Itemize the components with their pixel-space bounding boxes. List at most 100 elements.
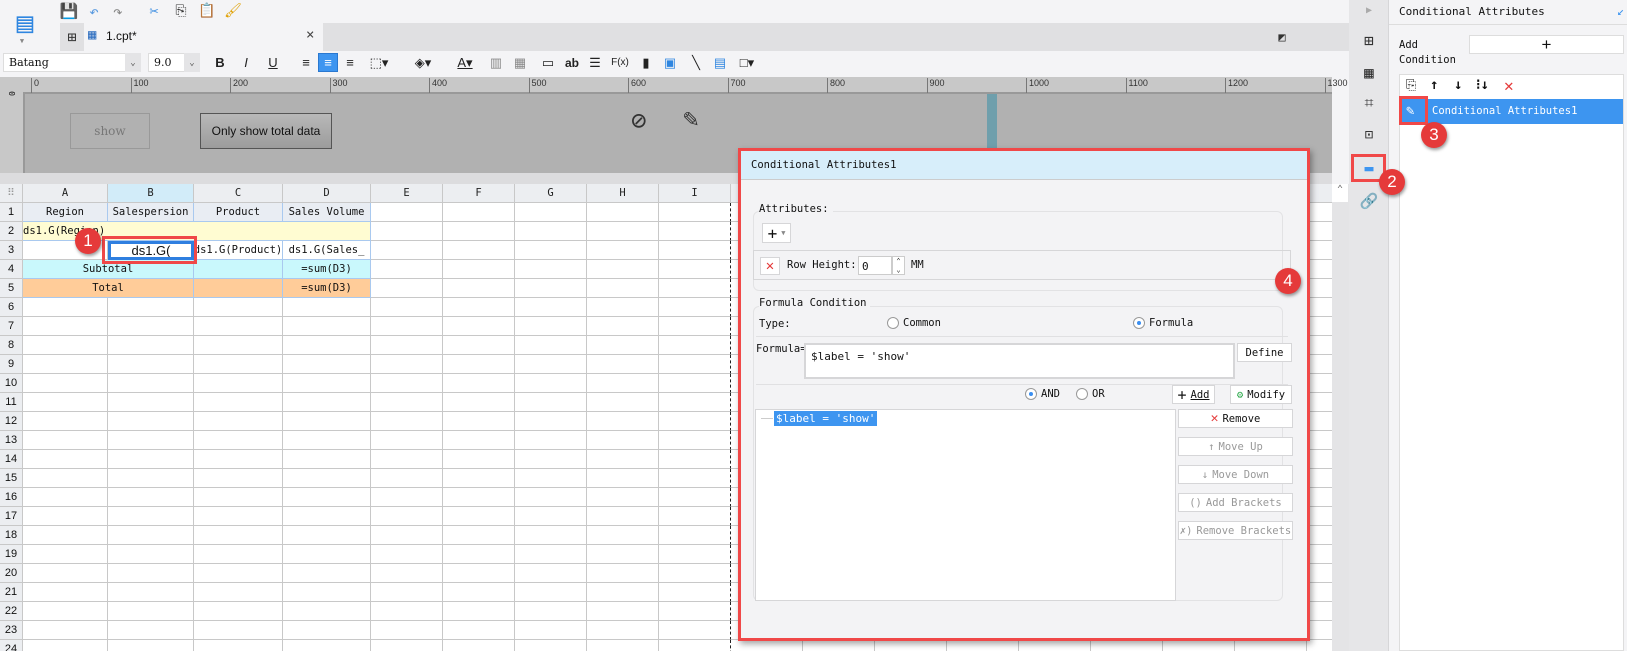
- column-header[interactable]: F: [443, 184, 515, 203]
- grid-cell[interactable]: [659, 431, 731, 450]
- grid-cell[interactable]: [283, 469, 371, 488]
- grid-cell[interactable]: [587, 241, 659, 260]
- row-header[interactable]: 1: [0, 203, 23, 222]
- add-button[interactable]: + Add: [1172, 385, 1215, 404]
- grid-cell[interactable]: [371, 298, 443, 317]
- grid-cell[interactable]: [515, 469, 587, 488]
- grid-cell[interactable]: [371, 279, 443, 298]
- condition-tree-item[interactable]: $label = 'show': [774, 411, 878, 426]
- grid-cell[interactable]: [23, 583, 108, 602]
- logo-icon[interactable]: ▤: [10, 4, 40, 40]
- grid-cell[interactable]: [1307, 583, 1332, 602]
- font-size-select[interactable]: 9.0: [148, 53, 186, 72]
- grid-cell[interactable]: [283, 640, 371, 651]
- grid-cell[interactable]: [587, 317, 659, 336]
- grid-cell[interactable]: [443, 374, 515, 393]
- grid-cell[interactable]: [1307, 450, 1332, 469]
- grid-cell[interactable]: [23, 507, 108, 526]
- grid-cell[interactable]: [283, 507, 371, 526]
- grid-cell[interactable]: [659, 203, 731, 222]
- grid-cell[interactable]: [443, 431, 515, 450]
- show-label-widget[interactable]: show: [70, 113, 150, 149]
- column-header[interactable]: E: [371, 184, 443, 203]
- grid-cell[interactable]: [731, 640, 803, 651]
- grid-cell[interactable]: [194, 602, 283, 621]
- grid-cell[interactable]: [515, 260, 587, 279]
- grid-cell[interactable]: [1307, 241, 1332, 260]
- grid-cell[interactable]: [108, 564, 194, 583]
- row-header[interactable]: 18: [0, 526, 23, 545]
- grid-cell[interactable]: [283, 583, 371, 602]
- condition-item[interactable]: ✎ Conditional Attributes1: [1400, 99, 1623, 124]
- column-header[interactable]: A: [23, 184, 108, 203]
- row-header[interactable]: 14: [0, 450, 23, 469]
- grid-cell[interactable]: [194, 298, 283, 317]
- move-down-icon[interactable]: ↓: [1454, 77, 1462, 93]
- grid-cell[interactable]: [515, 279, 587, 298]
- grid-cell[interactable]: [659, 526, 731, 545]
- remove-button[interactable]: ✕ Remove: [1178, 409, 1293, 428]
- grid-cell[interactable]: [515, 241, 587, 260]
- grid-cell[interactable]: [659, 621, 731, 640]
- border-icon[interactable]: ⬚▾: [366, 53, 392, 72]
- grid-cell[interactable]: [283, 526, 371, 545]
- grid-cell[interactable]: [443, 260, 515, 279]
- grid-cell[interactable]: [515, 507, 587, 526]
- grid-cell[interactable]: [283, 564, 371, 583]
- select-all-corner[interactable]: ⠿: [0, 184, 23, 203]
- scroll-up-icon[interactable]: ⌃: [1332, 184, 1348, 202]
- text-field-icon[interactable]: ▭: [538, 53, 558, 72]
- row-header[interactable]: 7: [0, 317, 23, 336]
- grid-cell[interactable]: [371, 450, 443, 469]
- eye-slash-icon[interactable]: ⊘: [631, 106, 647, 136]
- grid-cell[interactable]: [108, 450, 194, 469]
- row-header[interactable]: 17: [0, 507, 23, 526]
- grid-cell[interactable]: [194, 640, 283, 651]
- grid-cell[interactable]: [659, 374, 731, 393]
- grid-cell[interactable]: [194, 374, 283, 393]
- grid-cell[interactable]: [23, 298, 108, 317]
- sheet-cell[interactable]: Salespersion: [108, 203, 194, 222]
- grid-cell[interactable]: [443, 279, 515, 298]
- sheet-cell[interactable]: [194, 279, 283, 298]
- grid-cell[interactable]: [194, 488, 283, 507]
- grid-cell[interactable]: [108, 355, 194, 374]
- grid-cell[interactable]: [659, 412, 731, 431]
- unmerge-cells-icon[interactable]: ▦: [510, 53, 530, 72]
- row-header[interactable]: 13: [0, 431, 23, 450]
- redo-icon[interactable]: ↷: [109, 2, 127, 21]
- grid-cell[interactable]: [587, 545, 659, 564]
- grid-cell[interactable]: [947, 640, 1019, 651]
- grid-cell[interactable]: [443, 222, 515, 241]
- remove-attribute-icon[interactable]: ✕: [760, 257, 780, 275]
- grid-cell[interactable]: [371, 583, 443, 602]
- add-attribute-button[interactable]: + ▼: [762, 223, 791, 243]
- grid-cell[interactable]: [23, 526, 108, 545]
- grid-cell[interactable]: [443, 450, 515, 469]
- grid-cell[interactable]: [587, 602, 659, 621]
- grid-cell[interactable]: [443, 507, 515, 526]
- grid-cell[interactable]: [1307, 469, 1332, 488]
- grid-cell[interactable]: [23, 336, 108, 355]
- grid-cell[interactable]: [587, 355, 659, 374]
- grid-cell[interactable]: [283, 336, 371, 355]
- grid-cell[interactable]: [371, 374, 443, 393]
- grid-cell[interactable]: [443, 564, 515, 583]
- row-header[interactable]: 4: [0, 260, 23, 279]
- grid-cell[interactable]: [23, 564, 108, 583]
- font-color-icon[interactable]: A▾: [452, 53, 478, 72]
- grid-cell[interactable]: [283, 412, 371, 431]
- delete-icon[interactable]: ✕: [1504, 76, 1514, 95]
- grid-cell[interactable]: [283, 602, 371, 621]
- grid-cell[interactable]: [587, 336, 659, 355]
- grid-cell[interactable]: [587, 488, 659, 507]
- move-down-button[interactable]: ↓ Move Down: [1178, 465, 1293, 484]
- row-header[interactable]: 5: [0, 279, 23, 298]
- column-header[interactable]: H: [587, 184, 659, 203]
- grid-cell[interactable]: [371, 545, 443, 564]
- grid-cell[interactable]: [23, 355, 108, 374]
- tab-1-cpt[interactable]: ▦ 1.cpt* ×: [84, 23, 323, 51]
- modify-button[interactable]: ⚙ Modify: [1230, 385, 1292, 404]
- logo-dropdown-icon[interactable]: ▼: [16, 36, 28, 46]
- save-icon[interactable]: 💾: [60, 2, 79, 20]
